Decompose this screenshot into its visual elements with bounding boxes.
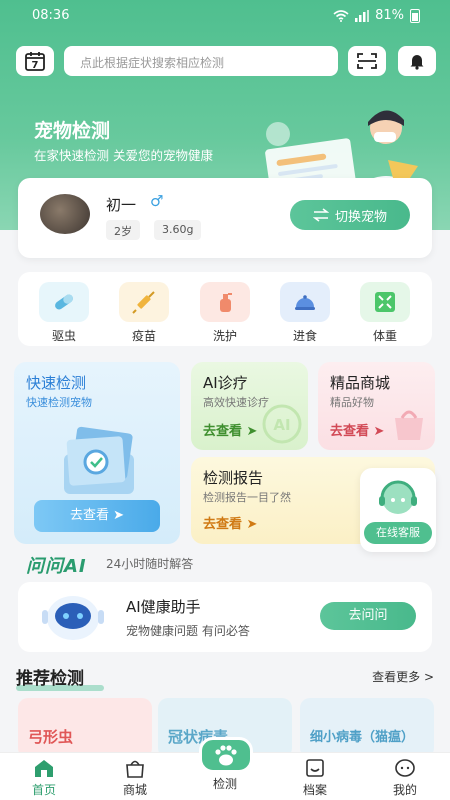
record-icon xyxy=(306,759,324,777)
view-more-link[interactable]: 查看更多 > xyxy=(372,668,434,685)
pill-icon xyxy=(39,282,89,322)
recommend-card-label: 弓形虫 xyxy=(28,728,74,746)
page-subtitle: 在家快速检测 关爱您的宠物健康 xyxy=(34,148,213,163)
tab-mine[interactable]: 我的 xyxy=(375,757,435,798)
quick-test-title: 快速检测 xyxy=(26,374,87,392)
mall-subtitle: 精品好物 xyxy=(330,396,374,409)
mall-tile[interactable]: 精品商城 精品好物 去查看 ➤ xyxy=(318,362,435,450)
switch-pet-label: 切换宠物 xyxy=(334,209,387,225)
recommend-card[interactable]: 细小病毒（猫瘟） xyxy=(300,698,434,758)
quick-test-tile[interactable]: 快速检测 快速检测宠物 去查看 ➤ xyxy=(14,362,180,544)
quick-test-button[interactable]: 去查看 ➤ xyxy=(34,500,160,532)
pet-weight-tag: 3.60g xyxy=(154,220,202,240)
category-label: 洗护 xyxy=(212,329,237,343)
bell-icon xyxy=(410,55,424,70)
center-test-button[interactable] xyxy=(199,737,253,773)
paw-icon xyxy=(215,745,237,766)
pet-card: 初一 ♂ 2岁 3.60g 切换宠物 xyxy=(18,178,432,258)
tab-records[interactable]: 档案 xyxy=(285,757,345,798)
notification-button[interactable] xyxy=(398,46,436,76)
category-deworm[interactable]: 驱虫 xyxy=(38,282,90,344)
ai-helper-subtitle: 宠物健康问题 有问必答 xyxy=(126,624,250,638)
search-input[interactable]: 点此根据症状搜索相应检测 xyxy=(64,46,338,76)
report-go[interactable]: 去查看 ➤ xyxy=(203,513,257,532)
category-vaccine[interactable]: 疫苗 xyxy=(118,282,170,344)
tab-home[interactable]: 首页 xyxy=(14,757,74,798)
category-grooming[interactable]: 洗护 xyxy=(199,282,251,344)
mall-go[interactable]: 去查看 ➤ xyxy=(330,420,384,439)
signal-icon xyxy=(355,9,370,22)
swap-icon xyxy=(312,208,329,222)
tab-label: 我的 xyxy=(392,783,417,797)
category-row: 驱虫 疫苗 洗护 进食 体重 xyxy=(18,272,432,346)
tab-label: 商城 xyxy=(122,783,147,797)
shopping-bag-icon xyxy=(126,760,144,778)
recommend-title: 推荐检测 xyxy=(16,664,104,691)
test-kit-illustration xyxy=(64,426,134,494)
category-feeding[interactable]: 进食 xyxy=(279,282,331,344)
category-weight[interactable]: 体重 xyxy=(359,282,411,344)
scan-icon xyxy=(357,53,377,69)
syringe-icon xyxy=(119,282,169,322)
calendar-day: 7 xyxy=(32,60,39,71)
ai-diagnosis-go[interactable]: 去查看 ➤ xyxy=(203,420,257,439)
ask-ai-header: 问问AI 24小时随时解答 xyxy=(26,552,193,578)
quick-test-subtitle: 快速检测宠物 xyxy=(26,396,92,409)
battery-text: 81% xyxy=(375,8,404,23)
svg-text:AI: AI xyxy=(273,416,290,434)
status-icons: 81% xyxy=(333,8,420,23)
category-label: 体重 xyxy=(372,329,397,343)
home-icon xyxy=(35,760,53,777)
ai-diagnosis-title: AI诊疗 xyxy=(203,374,248,392)
status-bar: 08:36 81% xyxy=(0,0,450,30)
report-subtitle: 检测报告一目了然 xyxy=(203,491,291,504)
ask-ai-subtitle: 24小时随时解答 xyxy=(106,557,194,571)
category-label: 疫苗 xyxy=(131,329,156,343)
ai-badge-icon: AI xyxy=(262,404,302,444)
robot-icon xyxy=(42,596,104,640)
online-service-label: 在线客服 xyxy=(364,522,432,544)
scale-icon xyxy=(360,282,410,322)
ai-helper-card[interactable]: AI健康助手 宠物健康问题 有问必答 去问问 xyxy=(18,582,432,652)
tab-label: 检测 xyxy=(212,777,237,791)
ask-button[interactable]: 去问问 xyxy=(320,602,416,630)
customer-service-icon xyxy=(379,480,417,514)
calendar-button[interactable]: 7 xyxy=(16,46,54,76)
mall-title: 精品商城 xyxy=(330,374,391,392)
pet-name: 初一 xyxy=(106,196,137,214)
shop-icon xyxy=(395,410,423,440)
status-time: 08:36 xyxy=(32,8,70,23)
page-title: 宠物检测 xyxy=(34,120,111,142)
profile-icon xyxy=(395,759,415,777)
male-icon: ♂ xyxy=(150,192,164,210)
tab-test[interactable]: 检测 xyxy=(195,775,255,792)
tab-label: 档案 xyxy=(302,783,327,797)
shampoo-icon xyxy=(200,282,250,322)
battery-icon xyxy=(410,8,420,23)
tab-mall[interactable]: 商城 xyxy=(105,757,165,798)
online-service-button[interactable]: 在线客服 xyxy=(360,468,436,552)
tab-label: 首页 xyxy=(31,783,56,797)
ask-ai-logo: 问问AI xyxy=(26,556,87,577)
pet-avatar[interactable] xyxy=(40,194,90,234)
category-label: 进食 xyxy=(292,329,317,343)
recommend-card[interactable]: 弓形虫 xyxy=(18,698,152,758)
report-title: 检测报告 xyxy=(203,469,264,487)
ai-diagnosis-tile[interactable]: AI诊疗 高效快速诊疗 去查看 ➤ AI xyxy=(191,362,308,450)
pet-age-tag: 2岁 xyxy=(106,220,140,240)
food-cover-icon xyxy=(280,282,330,322)
recommend-card-label: 细小病毒（猫瘟） xyxy=(310,730,415,745)
calendar-icon: 7 xyxy=(25,52,45,71)
wifi-icon xyxy=(333,9,349,22)
scan-button[interactable] xyxy=(348,46,386,76)
switch-pet-button[interactable]: 切换宠物 xyxy=(290,200,410,230)
ai-helper-title: AI健康助手 xyxy=(126,598,201,616)
category-label: 驱虫 xyxy=(51,329,76,343)
